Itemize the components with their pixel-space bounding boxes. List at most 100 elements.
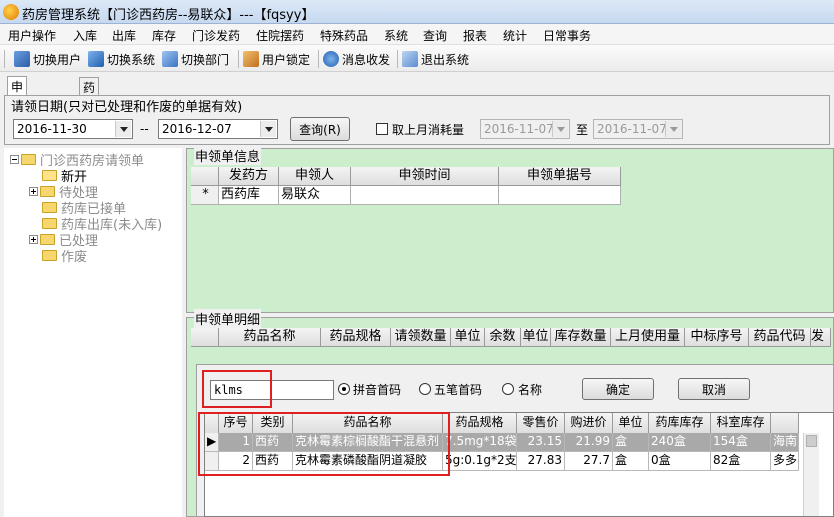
menu-system[interactable]: 系统 [384,27,408,44]
date-to-select[interactable]: 2016-12-07 [158,119,278,139]
tab-requisition-input[interactable]: 申领单输入 [7,76,28,162]
info-title: 申领单信息 [194,146,262,165]
cell-doc-number[interactable] [499,186,621,205]
col-drug-code[interactable]: 药品代码 [749,328,811,346]
user-lock-button[interactable]: 用户锁定 [243,49,310,69]
col-bid-number[interactable]: 中标序号 [685,328,749,346]
switch-system-button[interactable]: 切换系统 [88,49,155,69]
cell-extra[interactable]: 多多 [771,452,799,471]
expand-icon[interactable] [29,235,38,244]
menu-user-ops[interactable]: 用户操作 [8,27,56,44]
menu-special-drugs[interactable]: 特殊药品 [320,27,368,44]
col-stock-qty[interactable]: 库存数量 [551,328,611,346]
menu-statistics[interactable]: 统计 [503,27,527,44]
date-from-select[interactable]: 2016-11-30 [13,119,133,139]
switch-user-button[interactable]: 切换用户 [14,49,81,69]
row-indicator-header [191,167,219,185]
cell-purchase-price[interactable]: 27.7 [565,452,613,471]
cell-unit[interactable]: 盒 [613,433,649,452]
chevron-down-icon[interactable] [665,121,681,137]
chevron-down-icon[interactable] [552,121,568,137]
cell-apply-time[interactable] [351,186,499,205]
cell-retail-price[interactable]: 23.15 [517,433,565,452]
col-warehouse-stock[interactable]: 药库库存 [649,413,711,433]
menu-stock-out[interactable]: 出库 [112,27,136,44]
detail-title: 申领单明细 [194,309,262,328]
col-applicant[interactable]: 申领人 [279,167,351,185]
cell-drug-spec[interactable]: 7.5mg*18袋/ [443,433,517,452]
exit-system-button[interactable]: 退出系统 [402,49,469,69]
results-scrollbar[interactable] [803,433,819,516]
cell-dept-stock[interactable]: 154盒 [711,433,771,452]
radio-pinyin[interactable] [338,383,350,395]
users-icon [14,51,30,67]
ok-button[interactable]: 确定 [582,378,654,400]
folder-icon [21,154,36,165]
messages-button[interactable]: 消息收发 [323,49,390,69]
scroll-thumb[interactable] [806,435,817,447]
cell-dept-stock[interactable]: 82盒 [711,452,771,471]
cell-retail-price[interactable]: 27.83 [517,452,565,471]
menu-inventory[interactable]: 库存 [152,27,176,44]
info-grid-header: 发药方 申领人 申领时间 申领单据号 [191,167,621,186]
last-month-separator: 至 [576,123,589,137]
col-dept-stock[interactable]: 科室库存 [711,413,771,433]
table-row[interactable]: * 西药库 易联众 [191,186,621,205]
cell-unit[interactable]: 盒 [613,452,649,471]
cancel-button[interactable]: 取消 [678,378,750,400]
chevron-down-icon[interactable] [115,121,131,137]
query-button[interactable]: 查询(R) [290,117,350,141]
folder-icon [42,250,57,261]
radio-name[interactable] [502,383,514,395]
menu-stock-in[interactable]: 入库 [73,27,97,44]
folder-icon [42,218,57,229]
expand-icon[interactable] [29,187,38,196]
col-request-qty[interactable]: 请领数量 [391,328,451,346]
menu-query[interactable]: 查询 [423,27,447,44]
col-unit[interactable]: 单位 [613,413,649,433]
col-drug-spec[interactable]: 药品规格 [321,328,391,346]
app-logo-icon [3,4,19,20]
col-unit[interactable]: 单位 [451,328,485,346]
menu-daily[interactable]: 日常事务 [543,27,591,44]
col-last-month-usage[interactable]: 上月使用量 [611,328,685,346]
col-doc-number[interactable]: 申领单据号 [499,167,621,185]
last-month-checkbox[interactable] [376,123,388,135]
folder-icon [40,234,55,245]
radio-wubi[interactable] [419,383,431,395]
col-extra[interactable] [771,413,799,433]
cell-warehouse-stock[interactable]: 0盒 [649,452,711,471]
cell-drug-spec[interactable]: 5g:0.1g*2支 [443,452,517,471]
date-filter-title: 请领日期(只对已处理和作废的单据有效) [10,96,244,115]
col-dispenser[interactable]: 发药方 [219,167,279,185]
col-more[interactable]: 发 [811,328,831,346]
menu-inpatient[interactable]: 住院摆药 [256,27,304,44]
highlight-search-input [202,370,272,408]
highlight-results [198,412,450,476]
collapse-icon[interactable] [10,155,19,164]
folder-icon [42,202,57,213]
menu-report[interactable]: 报表 [463,27,487,44]
cell-warehouse-stock[interactable]: 240盒 [649,433,711,452]
folder-icon [40,186,55,197]
col-drug-name[interactable]: 药品名称 [219,328,321,346]
toolbar: 切换用户 切换系统 切换部门 用户锁定 消息收发 退出系统 [0,45,834,72]
col-remainder[interactable]: 余数 [485,328,521,346]
cell-purchase-price[interactable]: 21.99 [565,433,613,452]
menu-outpatient[interactable]: 门诊发药 [192,27,240,44]
col-drug-spec[interactable]: 药品规格 [443,413,517,433]
cell-extra[interactable]: 海南 [771,433,799,452]
cell-applicant[interactable]: 易联众 [279,186,351,205]
chevron-down-icon[interactable] [260,121,276,137]
col-unit-2[interactable]: 单位 [521,328,551,346]
tree-item-voided[interactable]: 作废 [42,246,87,265]
col-apply-time[interactable]: 申领时间 [351,167,499,185]
col-retail-price[interactable]: 零售价 [517,413,565,433]
last-month-from-select[interactable]: 2016-11-07 [480,119,570,139]
switch-dept-button[interactable]: 切换部门 [162,49,229,69]
cell-dispenser[interactable]: 西药库 [219,186,279,205]
col-purchase-price[interactable]: 购进价 [565,413,613,433]
tab-stock-query[interactable]: 药品库存查询 [79,77,100,180]
radio-pinyin-label: 拼音首码 [353,383,402,397]
last-month-to-select[interactable]: 2016-11-07 [593,119,683,139]
